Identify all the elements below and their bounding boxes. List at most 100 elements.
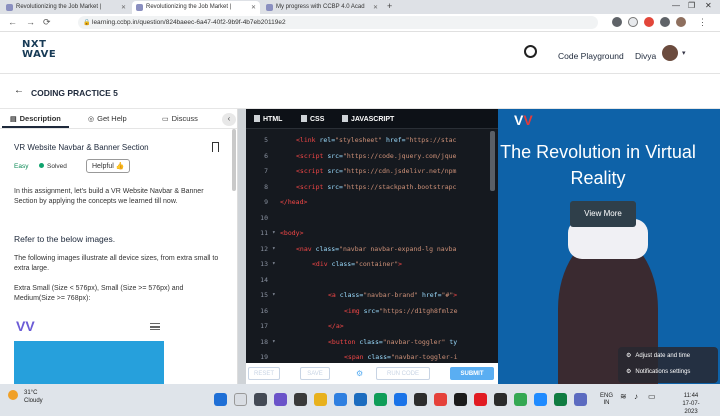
reference-logo-icon: VV [16,318,35,334]
code-token: "container" [355,260,399,268]
panel-tabs: ▤ Description ◎ Get Help ▭ Discuss ‹ [0,109,237,129]
difficulty-badge: Easy [14,163,29,170]
code-token: <div [312,260,332,268]
tab-html[interactable]: HTML [254,115,282,123]
code-token: <link [296,136,320,144]
save-button[interactable]: SAVE [300,367,330,380]
task-view-icon[interactable] [254,393,267,406]
notification-settings-item[interactable]: Notifications settings [626,368,690,375]
url-field[interactable]: 🔒 learning.ccbp.in/question/824baeec-6a47… [78,16,598,29]
settings-gear-icon[interactable]: ⚙ [356,369,363,378]
app-red-icon[interactable] [434,393,447,406]
tab-get-help[interactable]: ◎ Get Help [88,114,127,123]
run-code-button[interactable]: RUN CODE [376,367,430,380]
code-token: "stylesheet" [335,136,387,144]
code-token: class= [315,244,340,253]
search-icon[interactable] [234,393,247,406]
mail-icon[interactable] [394,393,407,406]
mcafee-icon[interactable] [474,393,487,406]
submit-button[interactable]: SUBMIT [450,367,494,380]
hamburger-menu-icon [150,323,160,330]
editor-scrollbar[interactable] [490,131,495,191]
code-token: "https://cdn.jsdelivr.net/npm [342,167,457,175]
reload-icon[interactable]: ⟳ [43,17,51,28]
timer-icon[interactable] [524,45,537,58]
chevron-down-icon[interactable]: ▾ [682,49,686,57]
html-icon [254,115,260,122]
reset-button[interactable]: RESET [248,367,280,380]
close-window-icon[interactable]: ✕ [705,1,712,10]
code-editor[interactable]: HTML CSS JAVASCRIPT 5 <link rel="styleshe… [246,109,498,363]
teams-icon[interactable] [274,393,287,406]
chrome-icon[interactable] [374,393,387,406]
tab-css[interactable]: CSS [301,115,324,123]
minimize-icon[interactable]: — [672,1,680,10]
code-token: rel= [319,136,336,144]
close-tab-icon[interactable]: ✕ [373,4,378,11]
tab-description[interactable]: ▤ Description [2,114,69,128]
battery-icon[interactable]: ▭ [648,393,656,401]
view-more-button[interactable]: View More [570,201,636,227]
site-favicon-icon [6,4,13,11]
code-token: <span [344,353,368,361]
language-indicator[interactable]: ENG IN [600,393,613,407]
menu-dots-icon[interactable]: ⋮ [698,17,707,28]
start-windows-icon[interactable] [214,393,227,406]
share-icon[interactable] [612,17,622,27]
maximize-icon[interactable]: ❐ [688,1,695,10]
adjust-date-time-item[interactable]: Adjust date and time [626,352,690,359]
code-line[interactable]: 19 <span class="navbar-toggler-i [246,348,498,363]
tab-discuss[interactable]: ▭ Discuss [162,114,198,123]
browser-tab-2[interactable]: Revolutionizing the Job Market | ✕ [132,1,260,14]
bookmark-icon[interactable] [212,142,219,152]
edge-icon[interactable] [334,393,347,406]
helpful-button[interactable]: Helpful 👍 [86,159,131,173]
volume-icon[interactable]: ♪ [634,393,638,401]
code-token: href= [386,136,406,144]
close-tab-icon[interactable]: ✕ [251,4,256,11]
code-token: "navbar-toggler" [382,337,450,346]
widgets-icon[interactable] [294,393,307,406]
profile-avatar-icon[interactable] [676,17,686,27]
browser-tab-3[interactable]: My progress with CCBP 4.0 Acad ✕ [262,1,382,14]
wifi-icon[interactable]: ≋ [620,393,627,401]
excel-icon[interactable] [554,393,567,406]
back-nav-icon[interactable]: ← [8,17,17,27]
app-blue-icon[interactable] [534,393,547,406]
output-preview: VV The Revolution in Virtual Reality Vie… [498,109,720,384]
nxtwave-logo[interactable]: NXT WAVE [22,40,56,60]
devices-text: The following images illustrate all devi… [14,255,219,272]
panel-scrollbar[interactable] [232,129,236,191]
tab-javascript[interactable]: JAVASCRIPT [342,115,394,123]
code-token: <a [328,291,340,299]
code-token: <script [296,167,328,175]
new-tab-button[interactable]: + [387,1,392,11]
close-tab-icon[interactable]: ✕ [121,4,126,11]
user-name[interactable]: Divya [635,51,656,61]
code-playground-link[interactable]: Code Playground [558,51,624,61]
description-icon: ▤ [10,116,17,123]
puzzle-icon[interactable] [660,17,670,27]
code-lines[interactable]: 5 <link rel="stylesheet" href="https://st… [246,131,498,363]
store-icon[interactable] [354,393,367,406]
avatar[interactable] [662,45,678,61]
notification-popup: Adjust date and time Notifications setti… [618,347,718,383]
taskbar-clock[interactable]: 11:44 17-07-2023 [676,392,706,416]
file-explorer-icon[interactable] [314,393,327,406]
app-icon[interactable] [414,393,427,406]
code-token: <button [328,337,360,346]
app-dark-icon[interactable] [454,393,467,406]
code-token: "navbar navbar-expand-lg navba [339,244,457,253]
app-purple-icon[interactable] [574,393,587,406]
code-token: </a> [328,322,344,330]
app-black-icon[interactable] [494,393,507,406]
chrome-pinned-icon[interactable] [514,393,527,406]
back-arrow-icon[interactable]: ← [14,85,24,96]
forward-nav-icon[interactable]: → [26,17,35,27]
browser-tab-1[interactable]: Revolutionizing the Job Market | ✕ [2,1,130,14]
discuss-icon: ▭ [162,116,169,123]
star-icon[interactable] [628,17,638,27]
weather-sun-icon [8,390,18,400]
extension-icon[interactable] [644,17,654,27]
collapse-panel-icon[interactable]: ‹ [222,113,236,126]
